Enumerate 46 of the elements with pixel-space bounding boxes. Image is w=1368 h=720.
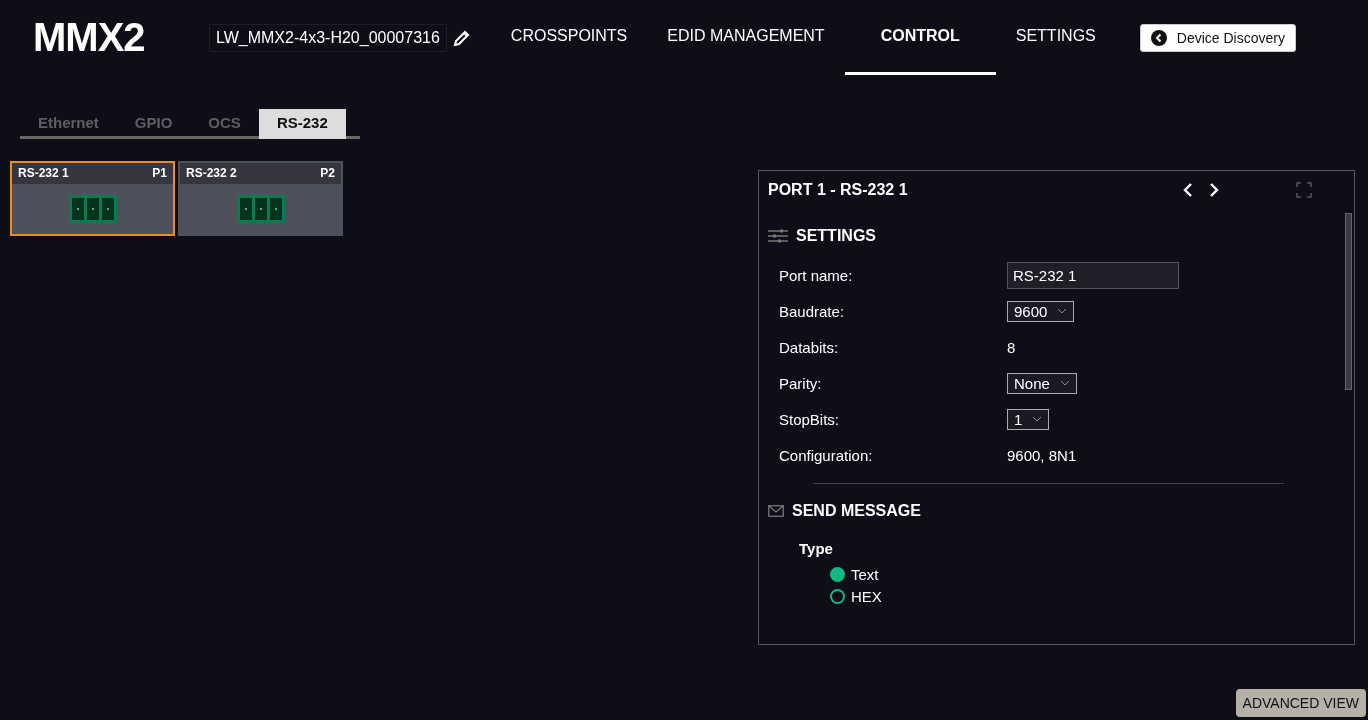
previous-icon[interactable] <box>1182 182 1194 198</box>
envelope-icon <box>768 505 784 517</box>
device-name-field[interactable]: LW_MMX2-4x3-H20_00007316 <box>209 23 447 52</box>
radio-button[interactable] <box>830 566 845 582</box>
device-discovery-button[interactable]: Device Discovery <box>1139 23 1296 52</box>
field-label: Configuration: <box>779 446 874 464</box>
scrollbar[interactable] <box>1345 213 1352 390</box>
nav-tab[interactable]: CROSSPOINTS <box>490 0 648 75</box>
dropdown[interactable]: 1 <box>1007 408 1050 430</box>
port-name: RS-232 2 <box>186 166 237 180</box>
tab[interactable]: RS-232 <box>258 109 346 139</box>
nav-tab[interactable]: CONTROL <box>844 0 996 75</box>
dropdown[interactable]: None <box>1007 372 1077 394</box>
sliders-icon <box>768 229 788 243</box>
field-label: StopBits: <box>779 410 841 428</box>
field-label: Databits: <box>779 338 840 356</box>
chevron-down-icon <box>1057 308 1068 314</box>
radio-button[interactable] <box>830 588 845 604</box>
chevron-down-icon <box>1059 380 1070 386</box>
next-icon[interactable] <box>1208 182 1220 198</box>
dropdown[interactable]: 9600 <box>1007 300 1075 322</box>
pencil-icon[interactable] <box>452 28 471 47</box>
settings-heading: SETTINGS <box>796 227 876 245</box>
logo: MMX2 <box>33 15 146 60</box>
nav-tab[interactable]: EDID MANAGEMENT <box>647 0 845 75</box>
type-label: Type <box>799 540 834 557</box>
field-label: Parity: <box>779 374 823 392</box>
radio-label: HEX <box>851 587 882 605</box>
nav-tab[interactable]: SETTINGS <box>995 0 1116 75</box>
port-number: P1 <box>152 166 167 180</box>
port-name: RS-232 1 <box>18 166 69 180</box>
field-value: 9600, 8N1 <box>1007 446 1077 464</box>
panel-title: PORT 1 - RS-232 1 <box>768 181 909 199</box>
field-label: Port name: <box>779 266 854 284</box>
port-card[interactable]: RS-232 2 P2 <box>178 161 343 236</box>
port-name-input[interactable]: RS-232 1 <box>1007 261 1179 289</box>
terminal-block-icon <box>236 195 285 223</box>
port-number: P2 <box>320 166 335 180</box>
chevron-down-icon <box>1032 416 1043 422</box>
radio-label: Text <box>851 565 879 583</box>
terminal-block-icon <box>68 195 117 223</box>
field-value: 8 <box>1007 338 1016 356</box>
advanced-view-button[interactable]: ADVANCED VIEW <box>1235 689 1366 717</box>
field-label: Baudrate: <box>779 302 846 320</box>
port-card[interactable]: RS-232 1 P1 <box>10 161 175 236</box>
send-message-heading: SEND MESSAGE <box>792 502 921 520</box>
